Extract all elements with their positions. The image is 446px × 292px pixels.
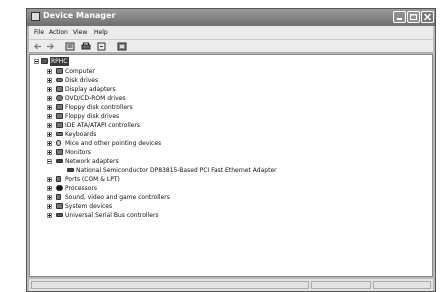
- help-icon[interactable]: [117, 42, 127, 51]
- expand-icon[interactable]: [47, 96, 52, 101]
- tree-root-label: RPHC: [50, 57, 69, 66]
- tree-item-label: Ports (COM & LPT): [65, 176, 120, 183]
- cdrom-icon: [56, 95, 63, 101]
- tree-item-label: Floppy disk drives: [65, 113, 120, 120]
- tree-item-label: System devices: [65, 203, 113, 210]
- toolbar: [29, 39, 433, 53]
- tree-item-label: IDE ATA/ATAPI controllers: [65, 122, 141, 129]
- maximize-icon: [410, 14, 417, 20]
- computer-root-icon: [41, 58, 48, 64]
- menu-view[interactable]: View: [73, 29, 87, 36]
- close-icon: [423, 13, 432, 21]
- properties-icon[interactable]: [65, 42, 75, 51]
- expand-icon[interactable]: [47, 150, 52, 155]
- expand-icon[interactable]: [47, 87, 52, 92]
- tree-item-label: Universal Serial Bus controllers: [65, 212, 159, 219]
- tree-item-label: Keyboards: [65, 131, 97, 138]
- device-manager-icon: [31, 12, 40, 21]
- nic-icon: [67, 168, 74, 172]
- expand-icon[interactable]: [47, 132, 52, 137]
- expand-icon[interactable]: [47, 204, 52, 209]
- tree-item-label: Display adapters: [65, 86, 116, 93]
- tree-item-label: Processors: [65, 185, 98, 192]
- scan-hardware-icon[interactable]: [97, 42, 107, 51]
- system-device-icon: [56, 203, 63, 209]
- network-adapter-icon: [56, 159, 63, 163]
- menu-bar: File Action View Help: [29, 26, 433, 39]
- ide-controller-icon: [56, 122, 63, 128]
- back-icon[interactable]: [33, 42, 43, 51]
- status-pane-main: [31, 281, 309, 289]
- display-adapter-icon: [56, 86, 63, 92]
- tree-item-label: Monitors: [65, 149, 91, 156]
- expand-icon[interactable]: [47, 123, 52, 128]
- print-icon[interactable]: [81, 42, 91, 51]
- menu-file[interactable]: File: [34, 29, 44, 36]
- forward-icon[interactable]: [45, 42, 55, 51]
- status-pane-2: [311, 281, 371, 289]
- close-button[interactable]: [421, 11, 434, 23]
- tree-item-label: Disk drives: [65, 77, 99, 84]
- port-icon: [56, 176, 61, 182]
- minimize-button[interactable]: [393, 11, 406, 23]
- expand-icon[interactable]: [47, 105, 52, 110]
- usb-icon: [56, 213, 63, 217]
- window-title: Device Manager: [43, 11, 116, 20]
- device-tree[interactable]: RPHC Computer Disk drives Display adapte…: [29, 54, 433, 277]
- expand-icon[interactable]: [47, 141, 52, 146]
- expand-icon[interactable]: [47, 195, 52, 200]
- tree-item-label: Computer: [65, 68, 95, 75]
- expand-icon[interactable]: [47, 78, 52, 83]
- menu-action[interactable]: Action: [49, 29, 68, 36]
- expand-icon[interactable]: [47, 114, 52, 119]
- keyboard-icon: [56, 132, 63, 136]
- collapse-icon[interactable]: [47, 159, 52, 164]
- floppy-drive-icon: [56, 113, 63, 119]
- mouse-icon: [56, 140, 61, 146]
- device-manager-window: Device Manager File Action View Help RPH…: [26, 8, 436, 292]
- status-pane-3: [373, 281, 431, 289]
- expand-icon[interactable]: [47, 177, 52, 182]
- tree-item-label: DVD/CD-ROM drives: [65, 95, 126, 102]
- sound-icon: [56, 194, 61, 200]
- minimize-icon: [397, 18, 402, 20]
- expand-icon[interactable]: [47, 213, 52, 218]
- tree-item-label: Mice and other pointing devices: [65, 140, 162, 147]
- floppy-controller-icon: [56, 104, 63, 110]
- tree-item-label: Network adapters: [65, 158, 119, 165]
- title-bar[interactable]: Device Manager: [27, 9, 435, 26]
- computer-icon: [56, 68, 63, 74]
- processor-icon: [56, 185, 63, 191]
- tree-item-label: National Semiconductor DP83815-Based PCI…: [76, 167, 277, 174]
- tree-item-label: Sound, video and game controllers: [65, 194, 170, 201]
- expand-icon[interactable]: [47, 186, 52, 191]
- collapse-icon[interactable]: [34, 59, 39, 64]
- status-bar: [29, 279, 433, 291]
- menu-help[interactable]: Help: [94, 29, 108, 36]
- maximize-button[interactable]: [407, 11, 420, 23]
- expand-icon[interactable]: [47, 69, 52, 74]
- tree-item-label: Floppy disk controllers: [65, 104, 133, 111]
- disk-drive-icon: [56, 78, 63, 82]
- monitor-icon: [56, 149, 63, 155]
